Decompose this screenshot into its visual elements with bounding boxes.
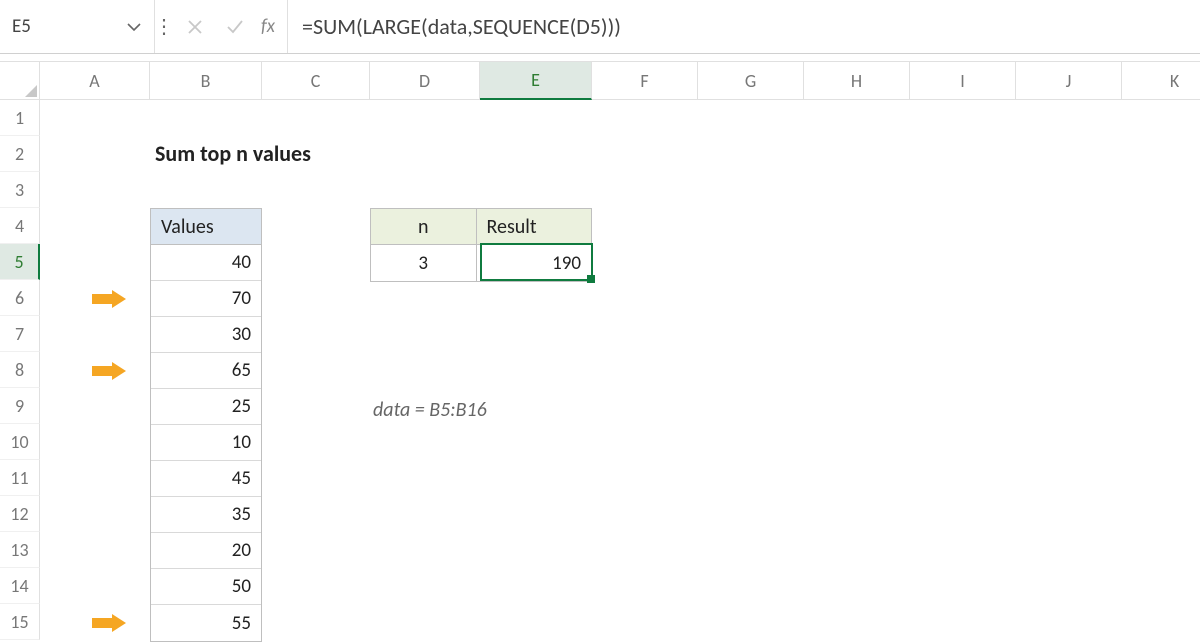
row-header-14[interactable]: 14: [0, 568, 40, 604]
cell-reference: E5: [12, 15, 31, 38]
col-header-J[interactable]: J: [1016, 62, 1122, 100]
chevron-down-icon[interactable]: [126, 19, 142, 35]
formula-text: =SUM(LARGE(data,SEQUENCE(D5))): [302, 13, 621, 40]
name-box[interactable]: E5: [0, 0, 155, 53]
row-header-12[interactable]: 12: [0, 496, 40, 532]
row-header-4[interactable]: 4: [0, 208, 40, 244]
arrow-icon: [92, 290, 126, 308]
value-cell[interactable]: 55: [151, 605, 261, 641]
value-cell[interactable]: 40: [151, 245, 261, 281]
col-header-D[interactable]: D: [370, 62, 480, 100]
row-header-3[interactable]: 3: [0, 172, 40, 208]
row-header-13[interactable]: 13: [0, 532, 40, 568]
spreadsheet-grid: A B C D E F G H I J K 1 2 3 4 5 6 7 8 9: [0, 62, 1200, 630]
value-cell[interactable]: 10: [151, 425, 261, 461]
result-header: Result: [477, 209, 592, 245]
row-header-9[interactable]: 9: [0, 388, 40, 424]
page-title: Sum top n values: [155, 140, 311, 167]
column-headers: A B C D E F G H I J K: [0, 62, 1200, 100]
col-header-A[interactable]: A: [40, 62, 150, 100]
row-header-11[interactable]: 11: [0, 460, 40, 496]
col-header-I[interactable]: I: [910, 62, 1016, 100]
row-header-10[interactable]: 10: [0, 424, 40, 460]
row-header-1[interactable]: 1: [0, 100, 40, 136]
value-cell[interactable]: 45: [151, 461, 261, 497]
select-all-triangle[interactable]: [0, 62, 40, 100]
cancel-icon[interactable]: [179, 11, 211, 43]
row-header-7[interactable]: 7: [0, 316, 40, 352]
col-header-E[interactable]: E: [480, 62, 592, 100]
value-cell[interactable]: 20: [151, 533, 261, 569]
col-header-B[interactable]: B: [150, 62, 262, 100]
n-header: n: [371, 209, 477, 245]
n-value-cell[interactable]: 3: [371, 245, 477, 281]
value-cell[interactable]: 50: [151, 569, 261, 605]
result-value-cell[interactable]: 190: [477, 245, 592, 281]
formula-input[interactable]: =SUM(LARGE(data,SEQUENCE(D5))): [287, 0, 1200, 53]
row-header-5[interactable]: 5: [0, 244, 40, 280]
value-cell[interactable]: 30: [151, 317, 261, 353]
formula-bar: E5 ⋮ fx =SUM(LARGE(data,SEQUENCE(D5))): [0, 0, 1200, 54]
values-header: Values: [151, 209, 261, 245]
fx-icon[interactable]: fx: [259, 15, 281, 38]
col-header-F[interactable]: F: [592, 62, 698, 100]
value-cell[interactable]: 70: [151, 281, 261, 317]
arrow-icon: [92, 362, 126, 380]
col-header-H[interactable]: H: [804, 62, 910, 100]
arrow-icon: [92, 614, 126, 632]
row-header-8[interactable]: 8: [0, 352, 40, 388]
value-cell[interactable]: 35: [151, 497, 261, 533]
formula-controls: fx: [173, 0, 287, 53]
row-headers: 1 2 3 4 5 6 7 8 9 10 11 12 13 14 15: [0, 100, 40, 640]
cells-area[interactable]: Sum top n values Values 40 70 30 65 25 1…: [40, 100, 1200, 640]
named-range-note: data = B5:B16: [373, 398, 487, 422]
col-header-K[interactable]: K: [1122, 62, 1200, 100]
values-table: Values 40 70 30 65 25 10 45 35 20 50 55: [150, 208, 262, 642]
row-header-6[interactable]: 6: [0, 280, 40, 316]
value-cell[interactable]: 25: [151, 389, 261, 425]
vertical-dots-icon[interactable]: ⋮: [155, 0, 173, 53]
col-header-G[interactable]: G: [698, 62, 804, 100]
confirm-icon[interactable]: [219, 11, 251, 43]
value-cell[interactable]: 65: [151, 353, 261, 389]
row-header-15[interactable]: 15: [0, 604, 40, 640]
col-header-C[interactable]: C: [262, 62, 370, 100]
row-header-2[interactable]: 2: [0, 136, 40, 172]
n-result-table: n Result 3 190: [370, 208, 592, 282]
